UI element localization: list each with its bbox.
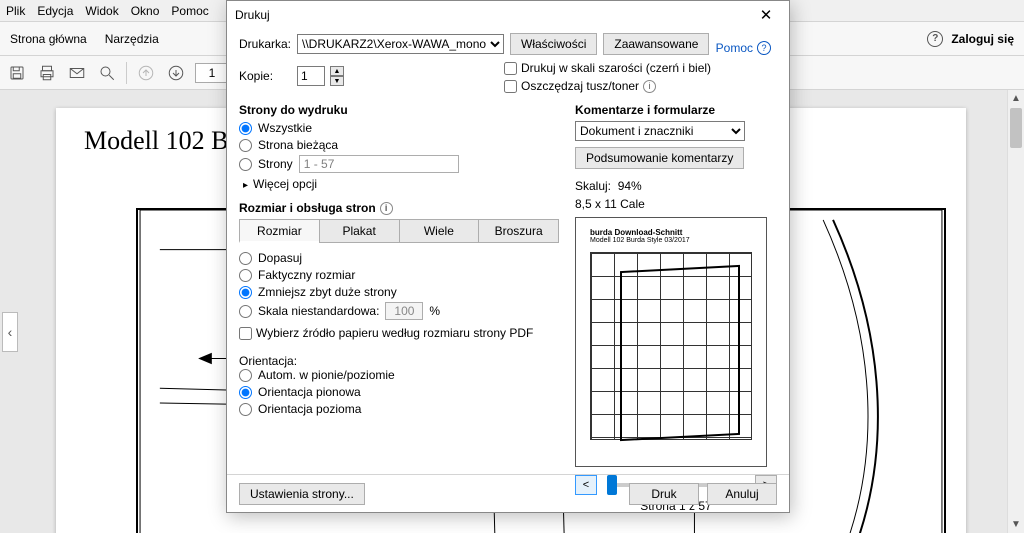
- close-icon[interactable]: ✕: [751, 3, 781, 27]
- scroll-up-arrow[interactable]: ▲: [1008, 90, 1024, 107]
- tab-multi[interactable]: Wiele: [399, 219, 479, 243]
- save-ink-checkbox[interactable]: [504, 80, 517, 93]
- menu-help[interactable]: Pomoc: [171, 4, 208, 18]
- printer-select[interactable]: \\DRUKARZ2\Xerox-WAWA_mono: [297, 34, 504, 54]
- separator: [126, 62, 127, 84]
- printer-label: Drukarka:: [239, 37, 291, 51]
- pages-current-radio[interactable]: [239, 139, 252, 152]
- pages-range-input[interactable]: 1 - 57: [299, 155, 459, 173]
- page-input[interactable]: [195, 63, 229, 83]
- custom-scale-input[interactable]: 100: [385, 302, 423, 320]
- grayscale-label: Drukuj w skali szarości (czerń i biel): [521, 61, 711, 75]
- mail-icon[interactable]: [66, 62, 88, 84]
- page-up-icon[interactable]: [135, 62, 157, 84]
- tab-size[interactable]: Rozmiar: [239, 219, 319, 243]
- preview-shape: [620, 265, 740, 441]
- orient-portrait-radio[interactable]: [239, 386, 252, 399]
- search-icon[interactable]: [96, 62, 118, 84]
- scroll-down-arrow[interactable]: ▼: [1008, 516, 1024, 533]
- orientation-section-title: Orientacja:: [239, 354, 559, 368]
- orient-auto-radio[interactable]: [239, 369, 252, 382]
- preview-title-2: Modell 102 Burda Style 03/2017: [590, 237, 752, 244]
- dialog-titlebar: Drukuj ✕: [227, 1, 789, 29]
- pages-range-label: Strony: [258, 157, 293, 171]
- size-section-title: Rozmiar i obsługa stron: [239, 201, 376, 215]
- comments-select[interactable]: Dokument i znaczniki: [575, 121, 745, 141]
- menu-file[interactable]: Plik: [6, 4, 25, 18]
- spinner-up-icon[interactable]: ▲: [330, 66, 344, 76]
- grayscale-checkbox[interactable]: [504, 62, 517, 75]
- more-options-toggle[interactable]: Więcej opcji: [243, 177, 559, 191]
- tab-home[interactable]: Strona główna: [10, 32, 87, 46]
- scroll-left-button[interactable]: ‹: [2, 312, 18, 352]
- actual-radio[interactable]: [239, 269, 252, 282]
- paper-source-label: Wybierz źródło papieru według rozmiaru s…: [256, 326, 533, 340]
- save-icon[interactable]: [6, 62, 28, 84]
- pages-range-radio[interactable]: [239, 158, 252, 171]
- cancel-button[interactable]: Anuluj: [707, 483, 777, 505]
- print-button[interactable]: Druk: [629, 483, 699, 505]
- pages-all-radio[interactable]: [239, 122, 252, 135]
- orient-portrait-label: Orientacja pionowa: [258, 385, 361, 399]
- tab-booklet[interactable]: Broszura: [478, 219, 559, 243]
- orient-landscape-radio[interactable]: [239, 403, 252, 416]
- size-tabs: Rozmiar Plakat Wiele Broszura: [239, 219, 559, 243]
- scale-value: 94%: [618, 179, 642, 193]
- tab-tools[interactable]: Narzędzia: [105, 32, 159, 46]
- fit-label: Dopasuj: [258, 251, 302, 265]
- dialog-footer: Ustawienia strony... Druk Anuluj: [227, 474, 789, 512]
- pages-all-label: Wszystkie: [258, 121, 312, 135]
- login-link[interactable]: Zaloguj się: [951, 32, 1014, 46]
- info-icon[interactable]: i: [643, 80, 656, 93]
- percent-label: %: [429, 304, 440, 318]
- custom-scale-radio[interactable]: [239, 305, 252, 318]
- properties-button[interactable]: Właściwości: [510, 33, 597, 55]
- paper-size-label: 8,5 x 11 Cale: [575, 197, 777, 211]
- fit-radio[interactable]: [239, 252, 252, 265]
- orient-auto-label: Autom. w pionie/poziomie: [258, 368, 395, 382]
- page-down-icon[interactable]: [165, 62, 187, 84]
- page-setup-button[interactable]: Ustawienia strony...: [239, 483, 365, 505]
- print-preview: burda Download-Schnitt Modell 102 Burda …: [575, 217, 767, 467]
- help-link[interactable]: Pomoc: [716, 41, 753, 55]
- scale-label: Skaluj:: [575, 179, 611, 193]
- vertical-scrollbar[interactable]: ▲ ▼: [1007, 90, 1024, 533]
- custom-scale-label: Skala niestandardowa:: [258, 304, 379, 318]
- menu-window[interactable]: Okno: [131, 4, 160, 18]
- help-info-icon[interactable]: ?: [757, 41, 771, 55]
- shrink-label: Zmniejsz zbyt duże strony: [258, 285, 397, 299]
- actual-label: Faktyczny rozmiar: [258, 268, 355, 282]
- menu-edit[interactable]: Edycja: [37, 4, 73, 18]
- menu-view[interactable]: Widok: [85, 4, 118, 18]
- summarize-button[interactable]: Podsumowanie komentarzy: [575, 147, 744, 169]
- print-icon[interactable]: [36, 62, 58, 84]
- paper-source-checkbox[interactable]: [239, 327, 252, 340]
- scrollbar-thumb[interactable]: [1010, 108, 1022, 148]
- pages-section-title: Strony do wydruku: [239, 103, 559, 117]
- dialog-title: Drukuj: [235, 8, 270, 22]
- tab-poster[interactable]: Plakat: [319, 219, 399, 243]
- copies-input[interactable]: [297, 66, 325, 86]
- help-icon[interactable]: ?: [927, 31, 943, 47]
- print-dialog: Drukuj ✕ Drukarka: \\DRUKARZ2\Xerox-WAWA…: [226, 0, 790, 513]
- info-icon[interactable]: i: [380, 202, 393, 215]
- comments-section-title: Komentarze i formularze: [575, 103, 777, 117]
- pages-current-label: Strona bieżąca: [258, 138, 338, 152]
- copies-label: Kopie:: [239, 69, 291, 83]
- orient-landscape-label: Orientacja pozioma: [258, 402, 361, 416]
- shrink-radio[interactable]: [239, 286, 252, 299]
- save-ink-label: Oszczędzaj tusz/toner: [521, 79, 639, 93]
- spinner-down-icon[interactable]: ▼: [330, 76, 344, 86]
- advanced-button[interactable]: Zaawansowane: [603, 33, 709, 55]
- preview-title-1: burda Download-Schnitt: [590, 228, 752, 237]
- copies-spinner[interactable]: ▲ ▼: [330, 66, 344, 86]
